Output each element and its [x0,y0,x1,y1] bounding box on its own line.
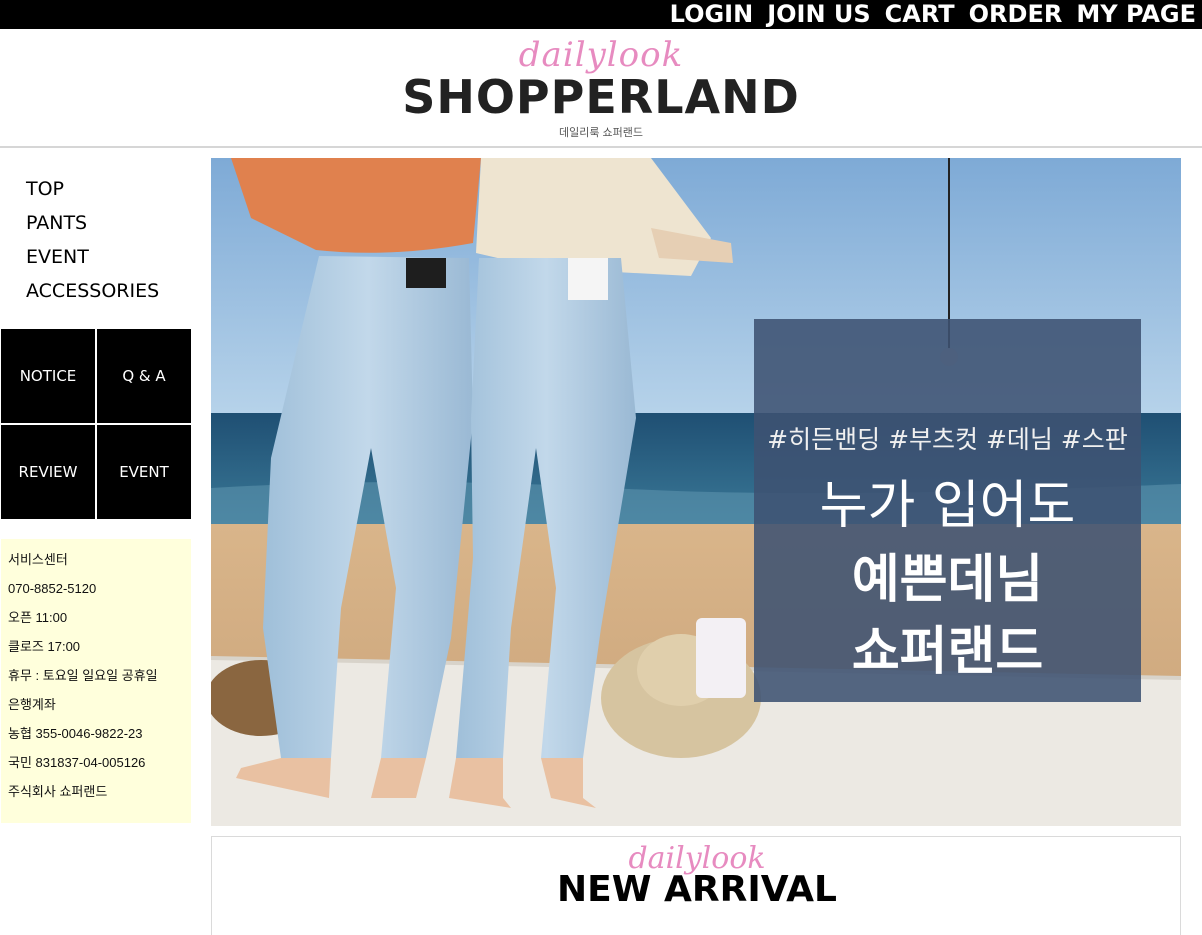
banner-headline-2: 예쁜데님 [851,550,1044,610]
bank-account-1: 농협 355-0046-9822-23 [8,726,143,741]
cart-link[interactable]: CART [885,0,955,29]
main-banner[interactable]: #히든밴딩 #부츠컷 #데님 #스판 누가 입어도 예쁜데님 쇼퍼랜드 [211,158,1181,826]
category-link-pants[interactable]: PANTS [26,212,87,234]
category-item-event[interactable]: EVENT [26,240,159,274]
service-center-panel: 서비스센터 070-8852-5120 오픈 11:00 클로즈 17:00 휴… [1,539,191,823]
top-bar: LOGIN JOIN US CART ORDER MY PAGE [0,0,1202,29]
company-name: 주식회사 쇼퍼랜드 [8,784,108,799]
event-button[interactable]: EVENT [97,425,191,519]
top-nav: LOGIN JOIN US CART ORDER MY PAGE [670,0,1196,29]
category-menu: TOP PANTS EVENT ACCESSORIES [26,172,159,308]
qna-button[interactable]: Q & A [97,329,191,423]
category-link-top[interactable]: TOP [26,178,64,200]
service-title: 서비스센터 [8,552,68,567]
site-logo[interactable]: dailylook SHOPPERLAND 데일리룩 쇼퍼랜드 [0,29,1202,147]
banner-text-panel: #히든밴딩 #부츠컷 #데님 #스판 누가 입어도 예쁜데님 쇼퍼랜드 [754,319,1141,702]
service-close: 클로즈 17:00 [8,639,81,654]
category-item-pants[interactable]: PANTS [26,206,159,240]
logo-main-text: SHOPPERLAND [402,70,800,124]
notice-button[interactable]: NOTICE [1,329,95,423]
banner-headline-3: 쇼퍼랜드 [851,622,1044,682]
category-item-accessories[interactable]: ACCESSORIES [26,274,159,308]
bank-title: 은행계좌 [8,697,56,712]
bank-account-2: 국민 831837-04-005126 [8,755,146,770]
new-arrival-section: dailylook NEW ARRIVAL [211,836,1181,935]
logo-sub-text: 데일리룩 쇼퍼랜드 [558,127,643,139]
banner-hashtags: #히든밴딩 #부츠컷 #데님 #스판 [767,425,1128,454]
my-page-link[interactable]: MY PAGE [1076,0,1196,29]
category-link-event[interactable]: EVENT [26,246,89,268]
service-phone: 070-8852-5120 [8,581,97,596]
login-link[interactable]: LOGIN [670,0,754,29]
category-item-top[interactable]: TOP [26,172,159,206]
board-grid: NOTICE Q & A REVIEW EVENT [1,329,191,519]
service-holiday: 휴무 : 토요일 일요일 공휴일 [8,668,158,683]
join-us-link[interactable]: JOIN US [767,0,870,29]
service-open: 오픈 11:00 [8,610,68,625]
banner-headline-1: 누가 입어도 [819,476,1076,536]
arrival-title: NEW ARRIVAL [557,869,837,910]
category-link-accessories[interactable]: ACCESSORIES [26,280,159,302]
header-divider [0,146,1202,148]
review-button[interactable]: REVIEW [1,425,95,519]
order-link[interactable]: ORDER [969,0,1063,29]
